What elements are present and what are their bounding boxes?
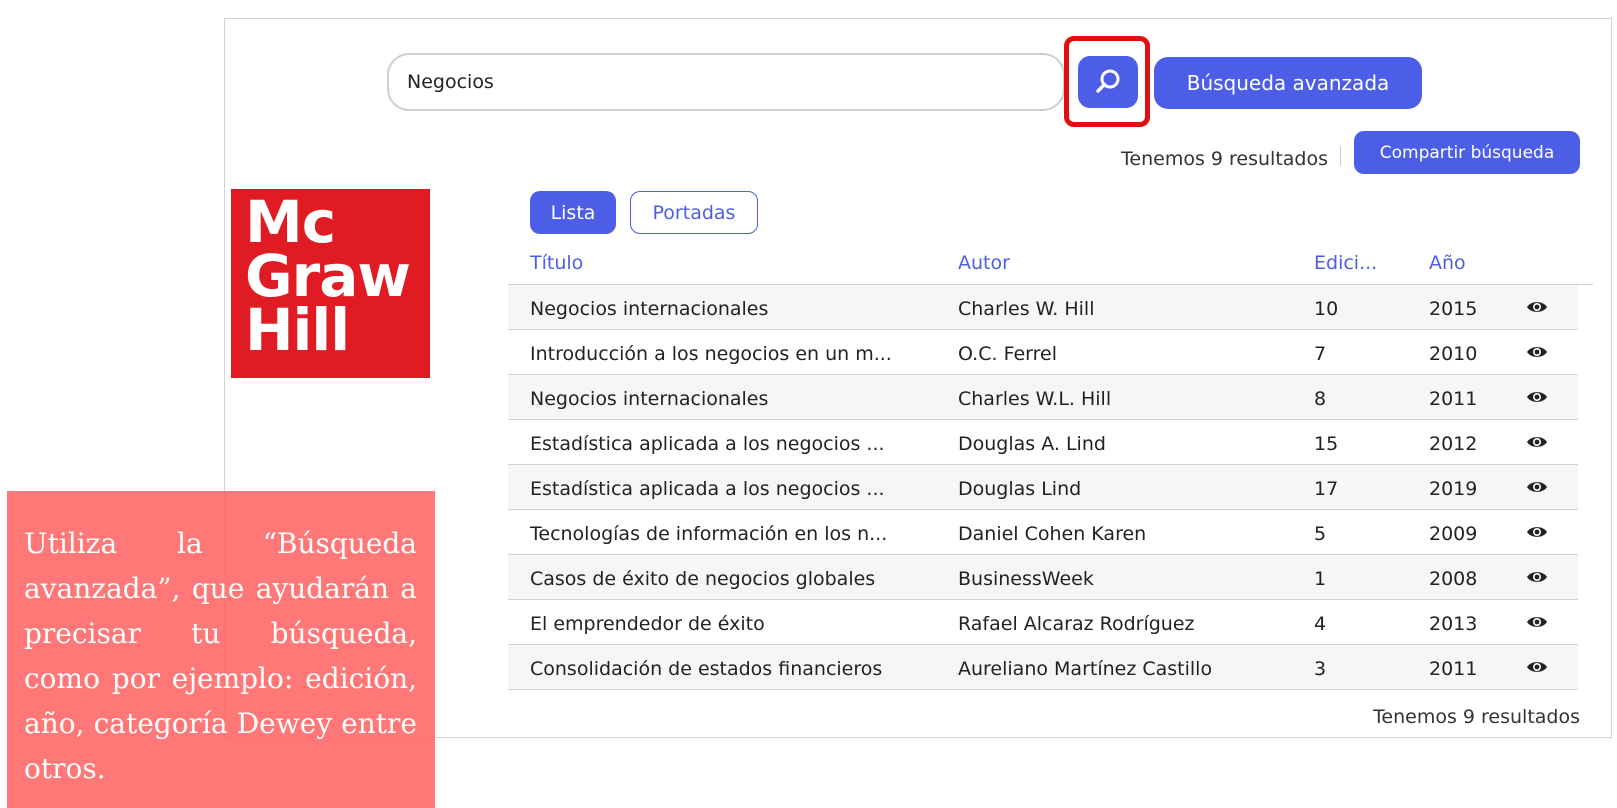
header-title[interactable]: Título [530, 252, 583, 274]
row-edition: 10 [1314, 298, 1339, 320]
search-input[interactable] [387, 53, 1065, 111]
row-year: 2011 [1429, 658, 1478, 680]
header-edition[interactable]: Edici... [1314, 252, 1377, 274]
logo-line: Mc [245, 188, 336, 256]
row-title: El emprendedor de éxito [530, 613, 765, 635]
row-author: Charles W.L. Hill [958, 388, 1112, 410]
search-icon [1096, 69, 1120, 93]
row-edition: 5 [1314, 523, 1327, 545]
eye-icon[interactable] [1526, 658, 1548, 674]
instruction-note: Utiliza la “Búsqueda avanzada”, que ayud… [7, 491, 435, 808]
table-row[interactable]: Estadística aplicada a los negocios ... D… [508, 465, 1578, 510]
eye-icon[interactable] [1526, 298, 1548, 314]
table-row[interactable]: Consolidación de estados financieros Aure… [508, 645, 1578, 690]
results-table: Título Autor Edici... Año Negocios inter… [508, 246, 1593, 690]
eye-icon[interactable] [1526, 523, 1548, 539]
table-row[interactable]: Negocios internacionales Charles W. Hill 1… [508, 285, 1578, 330]
tab-portadas[interactable]: Portadas [630, 191, 758, 234]
row-edition: 15 [1314, 433, 1339, 455]
row-year: 2019 [1429, 478, 1478, 500]
row-edition: 7 [1314, 343, 1327, 365]
eye-icon[interactable] [1526, 343, 1548, 359]
table-row[interactable]: Casos de éxito de negocios globales Busin… [508, 555, 1578, 600]
logo-line: Graw [245, 242, 411, 310]
table-row[interactable]: Tecnologías de información en los n... Da… [508, 510, 1578, 555]
row-author: O.C. Ferrel [958, 343, 1057, 365]
row-title: Estadística aplicada a los negocios ... [530, 433, 885, 455]
row-edition: 4 [1314, 613, 1327, 635]
row-edition: 8 [1314, 388, 1327, 410]
table-header: Título Autor Edici... Año [508, 246, 1593, 285]
row-title: Introducción a los negocios en un m... [530, 343, 892, 365]
row-author: Aureliano Martínez Castillo [958, 658, 1213, 680]
results-count-top: Tenemos 9 resultados [1121, 148, 1328, 170]
row-year: 2012 [1429, 433, 1478, 455]
eye-icon[interactable] [1526, 568, 1548, 584]
eye-icon[interactable] [1526, 613, 1548, 629]
table-row[interactable]: El emprendedor de éxito Rafael Alcaraz Ro… [508, 600, 1578, 645]
row-title: Negocios internacionales [530, 388, 769, 410]
row-edition: 17 [1314, 478, 1339, 500]
row-author: Douglas Lind [958, 478, 1082, 500]
header-author[interactable]: Autor [958, 252, 1010, 274]
table-row[interactable]: Negocios internacionales Charles W.L. Hil… [508, 375, 1578, 420]
divider [1340, 146, 1341, 166]
row-author: Rafael Alcaraz Rodríguez [958, 613, 1195, 635]
row-year: 2010 [1429, 343, 1478, 365]
row-year: 2015 [1429, 298, 1478, 320]
row-year: 2009 [1429, 523, 1478, 545]
eye-icon[interactable] [1526, 478, 1548, 494]
row-year: 2008 [1429, 568, 1478, 590]
row-author: Douglas A. Lind [958, 433, 1106, 455]
row-title: Estadística aplicada a los negocios ... [530, 478, 885, 500]
logo-line: Hill [245, 296, 350, 364]
row-title: Negocios internacionales [530, 298, 769, 320]
row-edition: 1 [1314, 568, 1327, 590]
table-body: Negocios internacionales Charles W. Hill 1… [508, 285, 1593, 690]
row-title: Tecnologías de información en los n... [530, 523, 888, 545]
results-count-bottom: Tenemos 9 resultados [1373, 706, 1580, 728]
row-year: 2013 [1429, 613, 1478, 635]
row-author: BusinessWeek [958, 568, 1094, 590]
row-year: 2011 [1429, 388, 1478, 410]
row-author: Daniel Cohen Karen [958, 523, 1147, 545]
mcgraw-hill-logo: Mc Graw Hill [231, 189, 430, 378]
row-title: Consolidación de estados financieros [530, 658, 883, 680]
table-row[interactable]: Introducción a los negocios en un m... O.… [508, 330, 1578, 375]
share-search-button[interactable]: Compartir búsqueda [1354, 131, 1580, 174]
row-author: Charles W. Hill [958, 298, 1095, 320]
table-row[interactable]: Estadística aplicada a los negocios ... D… [508, 420, 1578, 465]
row-edition: 3 [1314, 658, 1327, 680]
header-year[interactable]: Año [1429, 252, 1466, 274]
eye-icon[interactable] [1526, 433, 1548, 449]
eye-icon[interactable] [1526, 388, 1548, 404]
advanced-search-button[interactable]: Búsqueda avanzada [1154, 57, 1422, 109]
search-button[interactable] [1078, 56, 1138, 108]
row-title: Casos de éxito de negocios globales [530, 568, 876, 590]
tab-lista[interactable]: Lista [530, 191, 616, 234]
